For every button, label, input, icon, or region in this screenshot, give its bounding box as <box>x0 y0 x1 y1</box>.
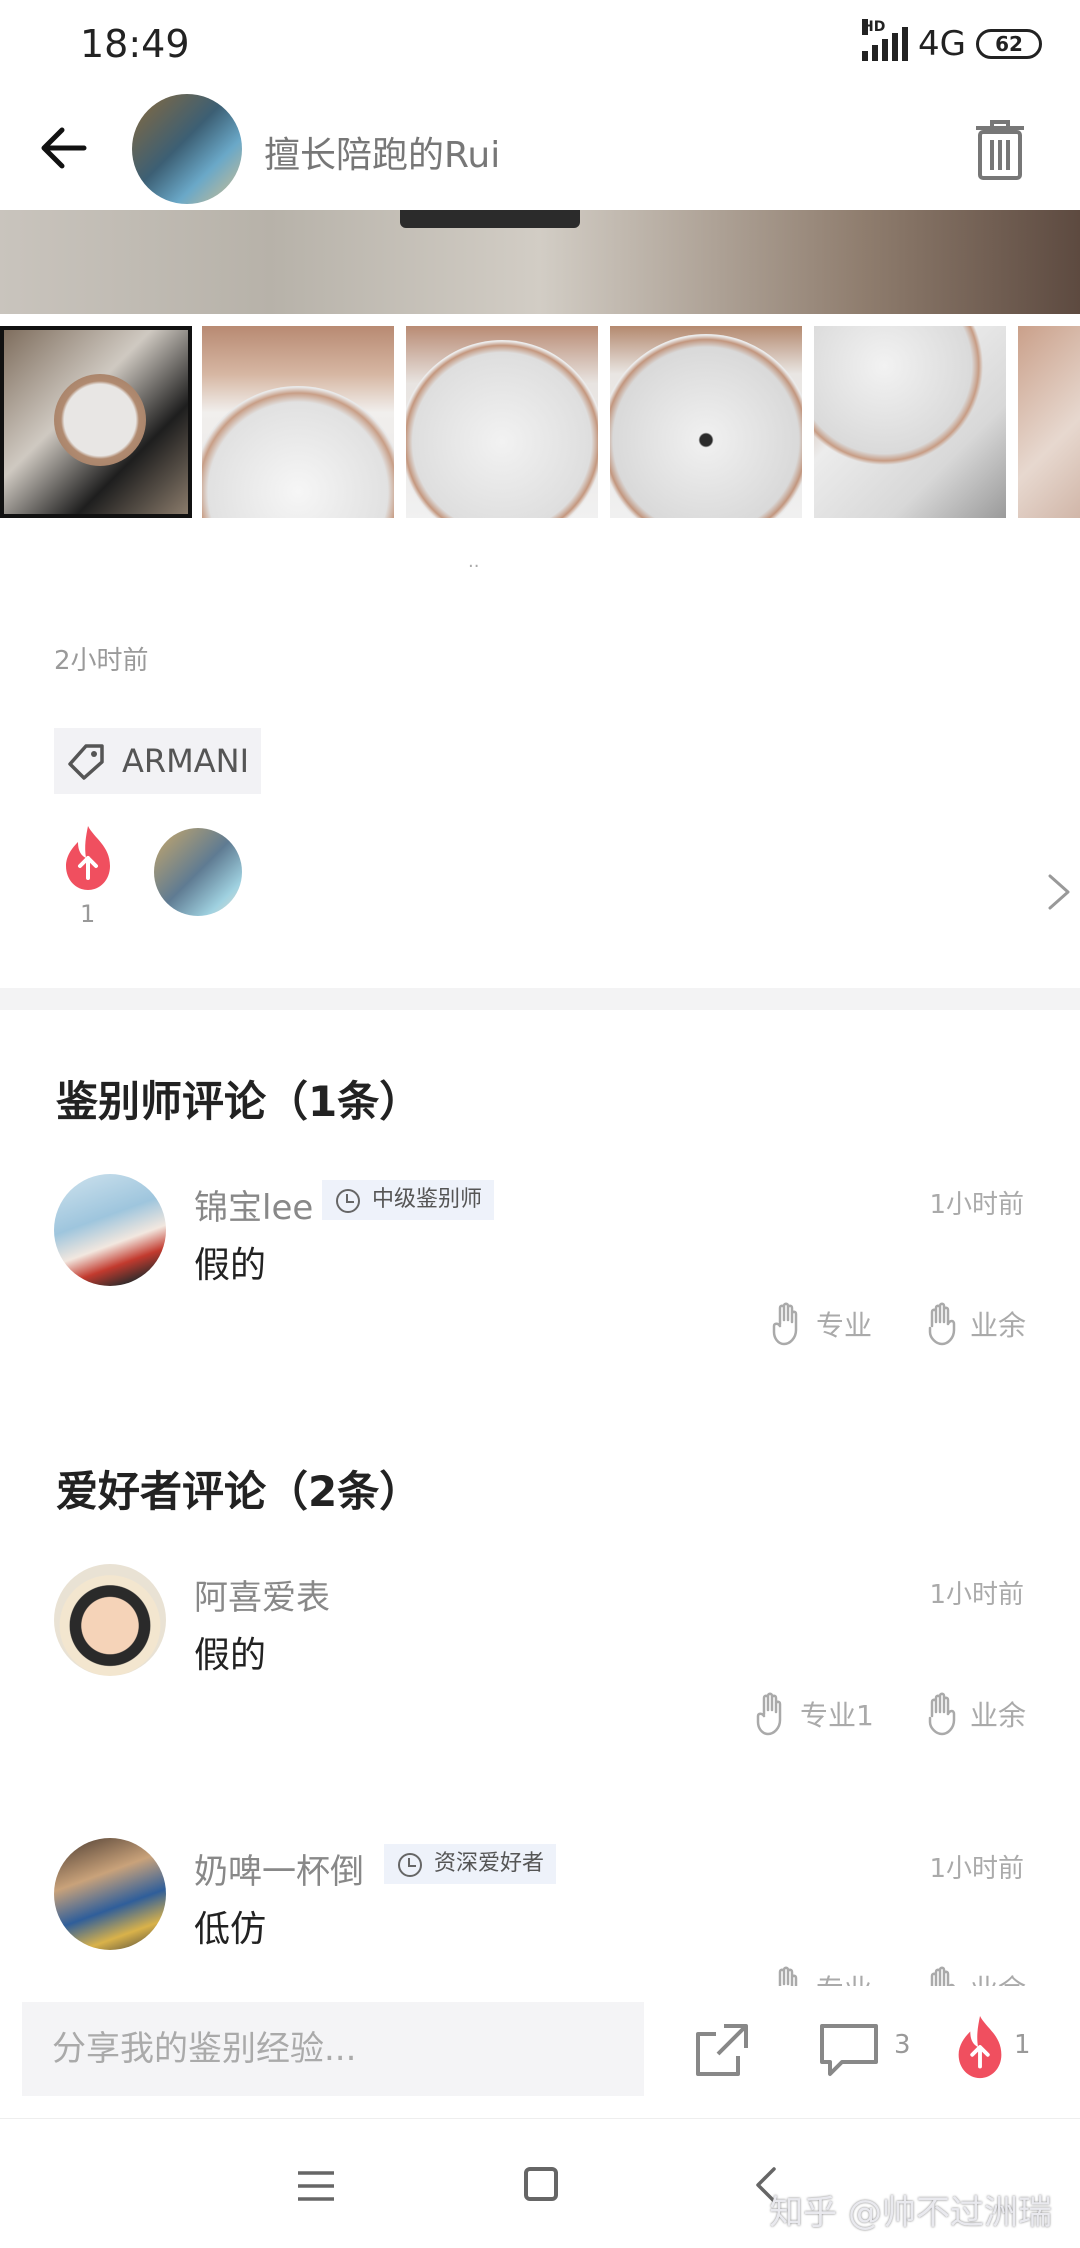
hand-icon <box>778 1966 798 1986</box>
badge-label: 资深爱好者 <box>434 1851 545 1876</box>
pro-vote-button[interactable]: 专业 <box>770 1302 872 1346</box>
clock-icon <box>398 1853 422 1877</box>
comment-text: 假的 <box>194 1635 267 1676</box>
status-bar: 18:49 HD 4G 62 <box>0 0 1080 90</box>
hand-icon <box>930 1966 955 1986</box>
level-badge: 中级鉴别师 <box>322 1180 495 1220</box>
thumbnail-3[interactable] <box>406 326 598 518</box>
comment-count: 3 <box>894 2030 911 2060</box>
pro-vote-label: 专业 <box>816 1968 872 1986</box>
thumbnail-5[interactable] <box>814 326 1006 518</box>
thumbnail-strip[interactable] <box>0 326 1080 518</box>
hand-icon <box>928 1302 956 1346</box>
pro-vote-label: 专业1 <box>800 1699 874 1732</box>
fire-icon[interactable] <box>952 2014 1008 2082</box>
commenter-name[interactable]: 阿喜爱表 <box>194 1570 330 1619</box>
avatar[interactable] <box>54 1174 166 1286</box>
watermark: 知乎 @帅不过洲瑞 <box>769 2193 1052 2233</box>
post-time: 2小时前 <box>54 646 149 676</box>
like-count: 1 <box>80 900 96 928</box>
share-icon[interactable] <box>694 2022 750 2078</box>
chevron-right-icon[interactable] <box>1044 872 1074 912</box>
brand-tag-label: ARMANI <box>122 742 249 780</box>
pro-vote-button[interactable]: 专业1 <box>754 1692 874 1736</box>
commenter-name[interactable]: 锦宝lee <box>194 1180 313 1229</box>
fire-count: 1 <box>1014 2030 1031 2060</box>
likes-row[interactable]: 1 <box>54 824 1070 934</box>
hand-icon <box>772 1302 798 1346</box>
hand-icon <box>756 1692 782 1736</box>
pro-vote-button[interactable]: 专业 <box>770 1966 872 1986</box>
trash-icon[interactable] <box>972 118 1028 182</box>
main-photo[interactable] <box>0 210 1080 314</box>
thumbnail-4[interactable] <box>610 326 802 518</box>
amateur-vote-button[interactable]: 业余 <box>924 1966 1026 1986</box>
fan-section-title: 爱好者评论（2条） <box>56 1467 422 1516</box>
back-arrow-icon[interactable] <box>36 118 96 178</box>
amateur-vote-label: 业余 <box>970 1699 1027 1732</box>
comment-text: 假的 <box>194 1245 267 1286</box>
clock-icon <box>336 1189 360 1213</box>
battery-icon: 62 <box>976 29 1042 59</box>
signal-icon: HD <box>862 19 909 61</box>
comment-time: 1小时前 <box>929 1580 1024 1610</box>
thumbnail-6[interactable] <box>1018 326 1080 518</box>
status-time: 18:49 <box>80 22 190 66</box>
comment-text: 低仿 <box>194 1909 267 1950</box>
watch-strap-detail <box>400 210 580 228</box>
pro-vote-label: 专业 <box>816 1309 873 1342</box>
comment-item: 奶啤一杯倒 资深爱好者 1小时前 低仿 专业 业余 <box>0 1838 1080 1986</box>
amateur-vote-label: 业余 <box>970 1968 1026 1986</box>
badge-label: 中级鉴别师 <box>372 1187 483 1212</box>
amateur-vote-button[interactable]: 业余 <box>924 1302 1026 1346</box>
brand-tag[interactable]: ARMANI <box>54 728 261 794</box>
watch-face <box>814 326 984 466</box>
user-avatar[interactable] <box>132 94 242 204</box>
amateur-vote-label: 业余 <box>970 1309 1027 1342</box>
hd-label: HD <box>862 19 886 35</box>
liker-avatar[interactable] <box>154 828 242 916</box>
thumbnail-1[interactable] <box>0 326 192 518</box>
watch-face <box>610 334 802 518</box>
comment-icon[interactable] <box>818 2022 880 2078</box>
fire-icon[interactable] <box>60 824 116 894</box>
thumbnail-2[interactable] <box>202 326 394 518</box>
menu-icon[interactable] <box>296 2169 336 2203</box>
watch-face <box>54 374 146 466</box>
home-icon[interactable] <box>524 2167 558 2201</box>
network-label: 4G <box>918 24 966 64</box>
loading-dots: ·· <box>468 556 480 577</box>
top-nav: 擅长陪跑的Rui <box>0 90 1080 210</box>
commenter-name[interactable]: 奶啤一杯倒 <box>194 1844 364 1893</box>
system-nav-bar: 知乎 @帅不过洲瑞 <box>0 2118 1080 2248</box>
tag-icon <box>68 744 104 780</box>
comment-time: 1小时前 <box>929 1190 1024 1220</box>
amateur-vote-button[interactable]: 业余 <box>924 1692 1026 1736</box>
avatar[interactable] <box>54 1564 166 1676</box>
level-badge: 资深爱好者 <box>384 1844 557 1884</box>
username[interactable]: 擅长陪跑的Rui <box>264 126 500 178</box>
watch-face <box>202 386 394 518</box>
comment-item: 锦宝lee 中级鉴别师 1小时前 假的 专业 业余 <box>0 1174 1080 1374</box>
bottom-action-bar: 3 1 <box>0 1986 1080 2118</box>
comment-item: 阿喜爱表 1小时前 假的 专业1 业余 <box>0 1564 1080 1764</box>
watch-face <box>406 340 598 518</box>
hand-icon <box>928 1692 956 1736</box>
comment-time: 1小时前 <box>929 1854 1024 1884</box>
comment-input[interactable] <box>22 2002 644 2096</box>
expert-section-title: 鉴别师评论（1条） <box>56 1077 422 1126</box>
avatar[interactable] <box>54 1838 166 1950</box>
section-divider <box>0 988 1080 1010</box>
status-indicators: HD 4G 62 <box>862 19 1042 64</box>
